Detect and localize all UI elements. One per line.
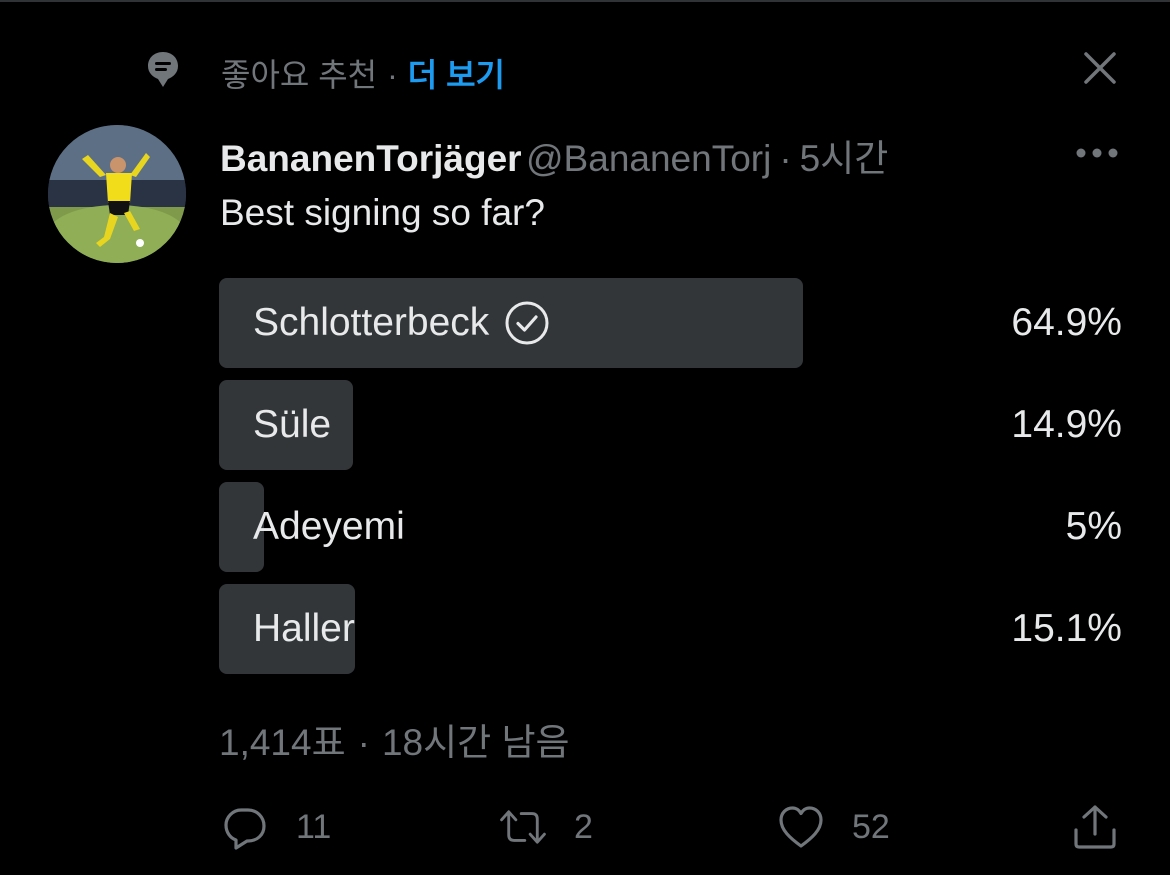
poll-option: Adeyemi 5% bbox=[219, 482, 1122, 572]
like-icon bbox=[779, 806, 823, 848]
share-button[interactable] bbox=[1070, 800, 1120, 854]
poll-option: Haller 15.1% bbox=[219, 584, 1122, 674]
topic-pin-icon bbox=[148, 52, 178, 87]
reply-button[interactable]: 11 bbox=[220, 800, 331, 854]
share-icon bbox=[1074, 805, 1116, 849]
poll-option-label-wrap: Süle bbox=[253, 380, 331, 470]
poll-option-label: Schlotterbeck bbox=[253, 301, 490, 344]
poll-option-label: Süle bbox=[253, 403, 332, 446]
tweet-time[interactable]: 5시간 bbox=[800, 138, 889, 179]
like-count: 52 bbox=[852, 807, 890, 846]
avatar-image bbox=[48, 125, 186, 263]
retweet-button[interactable]: 2 bbox=[498, 800, 593, 854]
more-dots-icon[interactable] bbox=[1072, 135, 1122, 171]
context-label: 좋아요 추천 bbox=[221, 57, 378, 93]
display-name[interactable]: BananenTorjäger bbox=[220, 138, 522, 179]
poll-time-remaining: 18시간 남음 bbox=[381, 722, 570, 763]
poll-option-label-wrap: Haller bbox=[253, 584, 355, 674]
poll-option-percent: 15.1% bbox=[1011, 607, 1122, 650]
check-circle-icon bbox=[505, 301, 549, 345]
poll-option-percent: 5% bbox=[1065, 505, 1122, 548]
reply-count: 11 bbox=[296, 807, 332, 846]
poll-meta-separator: · bbox=[357, 722, 370, 763]
top-divider bbox=[0, 0, 1170, 2]
poll-meta: 1,414표 · 18시간 남음 bbox=[219, 712, 570, 766]
poll-option: Schlotterbeck 64.9% bbox=[219, 278, 1122, 368]
context-separator: · bbox=[387, 57, 398, 93]
social-context: 좋아요 추천 · 더 보기 bbox=[143, 44, 1143, 93]
avatar[interactable] bbox=[48, 125, 186, 263]
poll-option-label: Haller bbox=[253, 607, 355, 650]
tweet-header: BananenTorjäger @BananenTorj · 5시간 bbox=[220, 128, 1120, 179]
poll-option: Süle 14.9% bbox=[219, 380, 1122, 470]
close-icon[interactable] bbox=[1080, 48, 1120, 88]
tweet-text: Best signing so far? bbox=[220, 192, 545, 233]
poll-option-label-wrap: Adeyemi bbox=[253, 482, 405, 572]
social-context-text: 좋아요 추천 · 더 보기 bbox=[221, 50, 505, 96]
like-button[interactable]: 52 bbox=[776, 800, 890, 854]
reply-icon bbox=[224, 808, 266, 850]
poll-option-label-wrap: Schlotterbeck bbox=[253, 278, 551, 368]
retweet-count: 2 bbox=[574, 807, 593, 846]
poll-option-percent: 14.9% bbox=[1011, 403, 1122, 446]
retweet-icon bbox=[500, 810, 546, 844]
poll-option-percent: 64.9% bbox=[1011, 301, 1122, 344]
show-more-link[interactable]: 더 보기 bbox=[408, 57, 505, 93]
header-separator: · bbox=[779, 138, 792, 179]
poll-option-label: Adeyemi bbox=[253, 505, 405, 548]
user-handle[interactable]: @BananenTorj bbox=[526, 138, 771, 179]
poll-votes: 1,414표 bbox=[219, 722, 346, 763]
